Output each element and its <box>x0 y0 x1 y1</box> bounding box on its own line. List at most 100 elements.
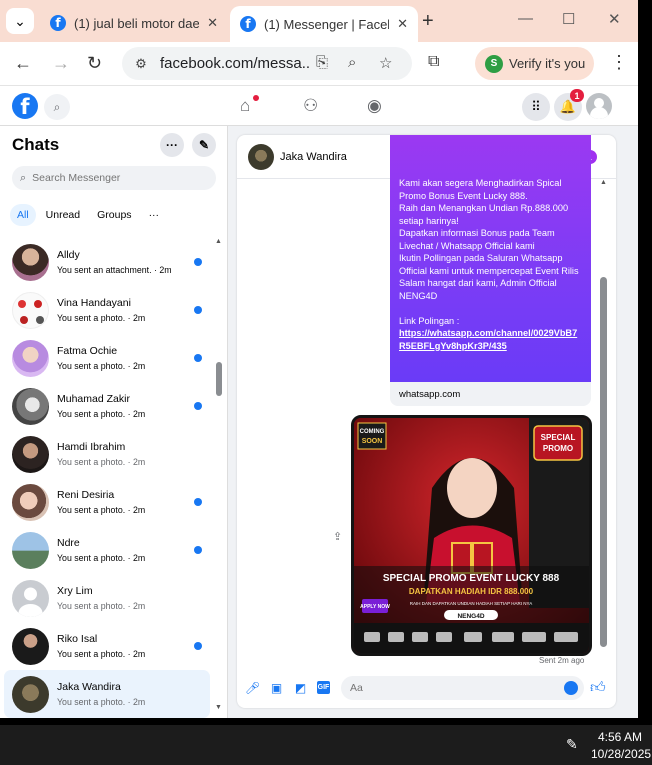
url-text[interactable]: facebook.com/messa... <box>160 55 310 72</box>
extensions-icon[interactable]: ⧉ <box>428 53 439 71</box>
chat-item-jaka-wandira[interactable]: Jaka Wandira You sent a photo. · 2m <box>4 670 210 718</box>
profile-icon: S <box>485 54 503 73</box>
chat-item-riko-isal[interactable]: Riko Isal You sent a photo. · 2m <box>4 622 210 670</box>
message-paragraph: Dapatkan informasi Bonus pada Team Livec… <box>399 228 555 251</box>
filter-groups[interactable]: Groups <box>90 204 138 226</box>
os-taskbar: ✎ 4:56 AM 10/28/2025 <box>0 725 652 765</box>
unread-dot <box>194 306 202 314</box>
tab-search-button[interactable]: ⌄ <box>6 8 34 34</box>
back-icon[interactable]: ← <box>14 53 32 74</box>
menu-grid-icon[interactable]: ⠿ <box>522 93 550 121</box>
messenger-search[interactable]: ⌕ <box>12 166 216 190</box>
scroll-down-icon[interactable]: ▼ <box>215 704 222 711</box>
browser-tab-1[interactable]: f (1) jual beli motor dae ✕ <box>40 6 228 40</box>
groups-icon[interactable]: ◉ <box>367 96 382 116</box>
filter-more-icon[interactable]: ··· <box>142 204 167 226</box>
close-tab-icon[interactable]: ✕ <box>207 15 218 31</box>
clock-date[interactable]: 10/28/2025 <box>591 747 651 761</box>
chat-preview: You sent a photo. · 2m <box>57 409 146 419</box>
chat-name: Xry Lim <box>57 585 93 597</box>
scroll-up-icon[interactable]: ▲ <box>215 238 222 245</box>
avatar <box>12 484 49 521</box>
unread-dot <box>194 258 202 266</box>
chat-item-ndre[interactable]: Ndre You sent a photo. · 2m <box>4 526 210 574</box>
gif-icon[interactable]: GIF <box>317 681 330 694</box>
chat-options-icon[interactable]: ··· <box>160 133 184 157</box>
scroll-thumb[interactable] <box>216 362 222 396</box>
chat-list: Alldy You sent an attachment. · 2m Vina … <box>4 238 210 718</box>
minimize-icon[interactable]: — <box>518 10 533 27</box>
friends-icon[interactable]: ⚇ <box>303 96 318 116</box>
facebook-logo-icon[interactable]: f <box>12 93 38 119</box>
promo-badge-line1: SPECIAL <box>541 433 576 442</box>
chats-title: Chats <box>12 135 60 154</box>
account-avatar[interactable] <box>586 93 612 119</box>
site-settings-icon[interactable]: ⚙ <box>132 55 150 73</box>
conversation-scrollbar[interactable]: ▲ <box>599 179 609 659</box>
avatar <box>12 340 49 377</box>
message-paragraph: Raih dan Menangkan Undian Rp.888.000 set… <box>399 203 569 226</box>
message-input[interactable] <box>341 676 584 700</box>
chat-preview: You sent a photo. · 2m <box>57 553 146 563</box>
reload-icon[interactable]: ↻ <box>87 53 102 74</box>
window-close-icon[interactable]: ✕ <box>608 10 621 28</box>
message-link[interactable]: https://whatsapp.com/channel/0029VbB7R5E… <box>399 328 577 351</box>
chat-preview: You sent a photo. · 2m <box>57 313 146 323</box>
chat-name: Reni Desiria <box>57 489 115 501</box>
photo-icon[interactable]: ▣ <box>270 681 283 695</box>
search-input[interactable] <box>32 172 203 184</box>
browser-tab-2-active[interactable]: f (1) Messenger | Facebo ✕ <box>230 6 418 42</box>
chat-item-reni-desiria[interactable]: Reni Desiria You sent a photo. · 2m <box>4 478 210 526</box>
chat-item-hamdi-ibrahim[interactable]: Hamdi Ibrahim You sent a photo. · 2m <box>4 430 210 478</box>
bookmark-star-icon[interactable]: ☆ <box>379 54 392 72</box>
contact-avatar[interactable] <box>248 144 274 170</box>
link-preview-domain[interactable]: whatsapp.com <box>390 382 591 406</box>
promo-partner-logos <box>364 632 578 642</box>
chat-item-vina-handayani[interactable]: Vina Handayani You sent a photo. · 2m <box>4 286 210 334</box>
maximize-icon[interactable]: ☐ <box>562 10 575 28</box>
chat-preview: You sent an attachment. · 2m <box>57 265 172 275</box>
chat-item-muhamad-zakir[interactable]: Muhamad Zakir You sent a photo. · 2m <box>4 382 210 430</box>
chat-item-alldy[interactable]: Alldy You sent an attachment. · 2m <box>4 238 210 286</box>
thumbs-up-icon[interactable]: 👍︎ <box>590 679 606 697</box>
search-icon[interactable]: ⌕ <box>44 94 70 120</box>
browser-tabstrip: ⌄ f (1) jual beli motor dae ✕ f (1) Mess… <box>0 0 638 42</box>
scroll-up-icon[interactable]: ▲ <box>600 179 607 186</box>
promo-tagline: RAIH DAN DAPATKAN UNDIAN HADIAH SETIAP H… <box>410 601 532 606</box>
verify-button[interactable]: S Verify it's you <box>475 47 594 80</box>
unread-dot <box>194 402 202 410</box>
pen-icon[interactable]: ✎ <box>566 736 578 753</box>
chat-list-scrollbar[interactable]: ▲ ▼ <box>215 238 223 714</box>
sticker-icon[interactable]: ◩ <box>294 681 307 695</box>
clock-time[interactable]: 4:56 AM <box>598 730 642 744</box>
search-icon: ⌕ <box>20 171 27 184</box>
chat-item-fatma-ochie[interactable]: Fatma Ochie You sent a photo. · 2m <box>4 334 210 382</box>
scroll-thumb[interactable] <box>600 277 607 647</box>
promo-image[interactable]: COMING SOON SPECIAL PROMO SPECIAL PROMO … <box>351 415 592 656</box>
avatar <box>12 244 49 281</box>
chat-preview: You sent a photo. · 2m <box>57 361 146 371</box>
microphone-icon[interactable]: 🎤︎ <box>245 681 260 695</box>
promo-apply: APPLY NOW <box>360 604 390 610</box>
install-app-icon[interactable]: ⎘ <box>316 54 328 71</box>
home-icon[interactable]: ⌂ <box>240 96 250 116</box>
promo-brand: NENG4D <box>457 613 484 620</box>
address-bar[interactable]: ⚙ facebook.com/messa... ⎘ ⌕ ☆ <box>122 47 412 80</box>
zoom-icon[interactable]: ⌕ <box>348 54 356 71</box>
avatar <box>12 580 49 617</box>
chat-item-xry-lim[interactable]: Xry Lim You sent a photo. · 2m <box>4 574 210 622</box>
new-tab-button[interactable]: + <box>422 10 434 33</box>
forward-icon[interactable]: → <box>52 53 70 74</box>
chat-name: Hamdi Ibrahim <box>57 441 126 453</box>
chat-name: Fatma Ochie <box>57 345 118 357</box>
browser-menu-icon[interactable]: ⋮ <box>610 52 628 73</box>
contact-name[interactable]: Jaka Wandira <box>280 151 347 163</box>
emoji-icon[interactable] <box>564 681 578 695</box>
filter-all[interactable]: All <box>10 204 36 226</box>
chat-name: Alldy <box>57 249 80 261</box>
new-message-icon[interactable]: ✎ <box>192 133 216 157</box>
close-tab-icon[interactable]: ✕ <box>397 16 408 32</box>
filter-unread[interactable]: Unread <box>39 204 87 226</box>
avatar <box>12 436 49 473</box>
share-icon[interactable]: ⇪ <box>333 530 342 543</box>
